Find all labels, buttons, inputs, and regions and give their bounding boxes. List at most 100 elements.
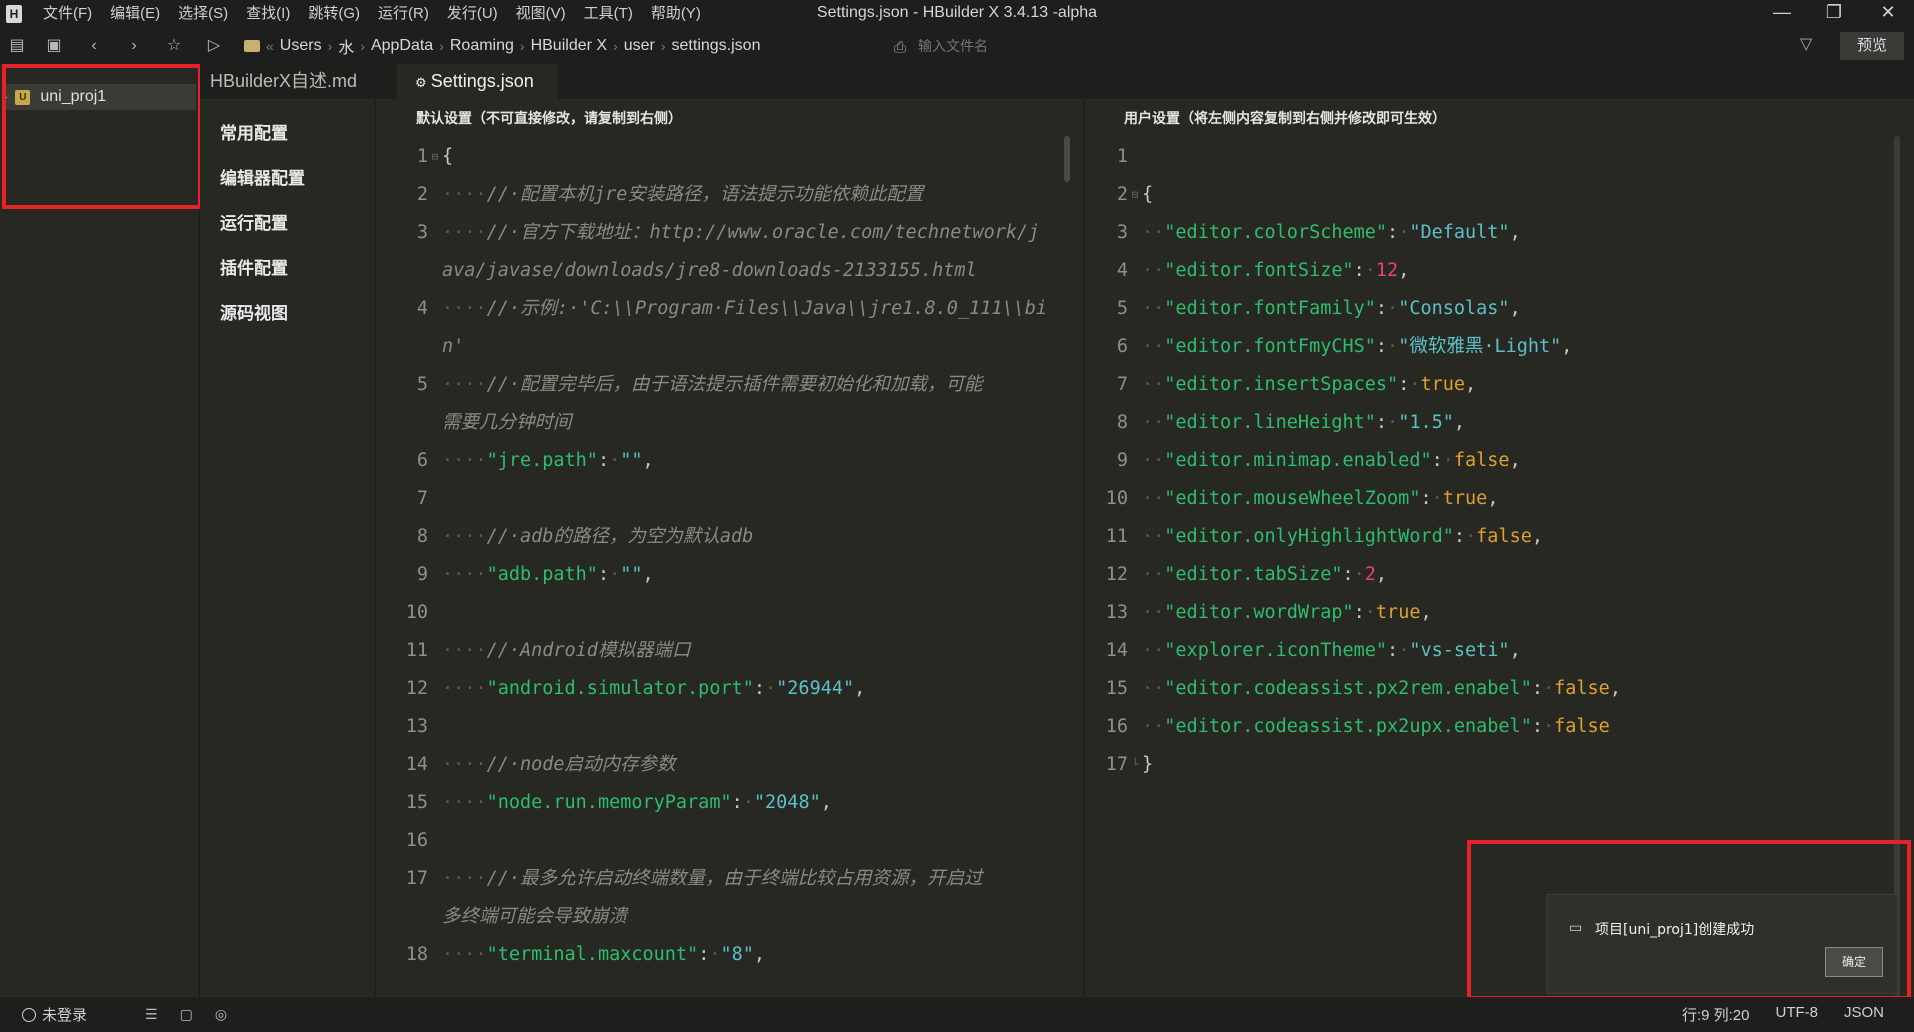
code-line[interactable]: 10 ··"editor.mouseWheelZoom":·true, <box>1100 480 1800 518</box>
confirm-button[interactable]: 确定 <box>1825 947 1883 977</box>
menu-edit[interactable]: 编辑(E) <box>101 0 169 28</box>
code-line[interactable]: 14 ··"explorer.iconTheme":·"vs-seti", <box>1100 632 1800 670</box>
nav-source-view[interactable]: 源码视图 <box>200 291 375 336</box>
save-icon[interactable]: ▣ <box>34 28 74 64</box>
breadcrumb-users[interactable]: Users <box>274 37 328 55</box>
code-line[interactable]: 9 ····"adb.path":·"", <box>400 556 1060 594</box>
outline-icon[interactable]: ☰ <box>145 1006 158 1023</box>
code-line[interactable]: 2 ····//·配置本机jre安装路径，语法提示功能依赖此配置 <box>400 176 1060 214</box>
cursor-position[interactable]: 行:9 列:20 <box>1682 1004 1750 1025</box>
menu-find[interactable]: 查找(I) <box>237 0 299 28</box>
code-line[interactable]: 16 <box>400 822 1060 860</box>
code-line[interactable]: 多终端可能会导致崩溃 <box>400 898 1060 936</box>
menu-run[interactable]: 运行(R) <box>369 0 438 28</box>
preview-button[interactable]: 预览 <box>1840 32 1904 60</box>
code-line[interactable]: 15 ··"editor.codeassist.px2rem.enabel":·f… <box>1100 670 1800 708</box>
line-number: 17 <box>1105 754 1128 775</box>
menu-publish[interactable]: 发行(U) <box>438 0 507 28</box>
code-line[interactable]: 3 ··"editor.colorScheme":·"Default", <box>1100 214 1800 252</box>
code-line[interactable]: ava/javase/downloads/jre8-downloads-2133… <box>400 252 1060 290</box>
code-line[interactable]: 1 ⊟{ <box>400 138 1060 176</box>
code-line[interactable]: 7 ··"editor.insertSpaces":·true, <box>1100 366 1800 404</box>
menu-file[interactable]: 文件(F) <box>34 0 101 28</box>
run-icon[interactable]: ▷ <box>194 28 234 64</box>
code-line[interactable]: 11 ····//·Android模拟器端口 <box>400 632 1060 670</box>
new-file-icon[interactable]: ▤ <box>0 28 34 64</box>
user-settings-editor[interactable]: 1 2 ⊟{3 ··"editor.colorScheme":·"Default", 4… <box>1100 138 1800 784</box>
code-line[interactable]: 2 ⊟{ <box>1100 176 1800 214</box>
menu-tools[interactable]: 工具(T) <box>575 0 642 28</box>
code-line[interactable]: 14 ····//·node启动内存参数 <box>400 746 1060 784</box>
forward-icon[interactable]: › <box>114 28 154 64</box>
code-line[interactable]: 12 ··"editor.tabSize":·2, <box>1100 556 1800 594</box>
code-line[interactable]: 4 ····//·示例:·'C:\\Program·Files\\Java\\jr… <box>400 290 1060 328</box>
fold-marker-icon[interactable]: ⊟ <box>1128 176 1142 214</box>
tab-settings-json[interactable]: ⚙ Settings.json <box>397 64 558 99</box>
code-line[interactable]: 5 ····//·配置完毕后，由于语法提示插件需要初始化和加载，可能 <box>400 366 1060 404</box>
nav-editor-config[interactable]: 编辑器配置 <box>200 156 375 201</box>
breadcrumb-user-dir[interactable]: 水 <box>332 34 360 58</box>
code-line[interactable]: n' <box>400 328 1060 366</box>
line-number: 6 <box>416 450 428 471</box>
code-line[interactable]: 9 ··"editor.minimap.enabled":·false, <box>1100 442 1800 480</box>
code-line[interactable]: 3 ····//·官方下载地址：http://www.oracle.com/tec… <box>400 214 1060 252</box>
code-line[interactable]: 7 <box>400 480 1060 518</box>
code-text: ····//·配置本机jre安装路径，语法提示功能依赖此配置 <box>442 176 923 214</box>
menu-goto[interactable]: 跳转(G) <box>299 0 369 28</box>
tab-hbuilderx-readme[interactable]: HBuilderX自述.md <box>200 64 367 99</box>
token-key: "editor.insertSpaces" <box>1164 374 1399 395</box>
code-line[interactable]: 12 ····"android.simulator.port":·"26944", <box>400 670 1060 708</box>
code-line[interactable]: 17 ····//·最多允许启动终端数量，由于终端比较占用资源，开启过 <box>400 860 1060 898</box>
minimize-icon[interactable]: — <box>1756 0 1808 28</box>
menu-view[interactable]: 视图(V) <box>507 0 575 28</box>
star-icon[interactable]: ☆ <box>154 28 194 64</box>
file-search-input[interactable] <box>918 39 1339 55</box>
language-mode[interactable]: JSON <box>1844 1004 1884 1025</box>
close-icon[interactable]: ✕ <box>1862 0 1914 28</box>
code-line[interactable]: 17 └} <box>1100 746 1800 784</box>
code-line[interactable]: 1 <box>1100 138 1800 176</box>
breadcrumb-settings-json[interactable]: settings.json <box>666 37 767 55</box>
default-settings-editor[interactable]: 1 ⊟{2 ····//·配置本机jre安装路径，语法提示功能依赖此配置 3 ····/… <box>400 138 1060 974</box>
fold-marker-icon[interactable]: └ <box>1128 746 1142 784</box>
breadcrumb-appdata[interactable]: AppData <box>365 37 439 55</box>
token-kw: true <box>1375 602 1421 623</box>
fold-marker-icon[interactable]: ⊟ <box>428 138 442 176</box>
menu-select[interactable]: 选择(S) <box>169 0 237 28</box>
pane-divider[interactable] <box>1083 99 1085 997</box>
breadcrumb-user[interactable]: user <box>618 37 661 55</box>
filter-icon[interactable]: ▽ <box>1800 34 1812 54</box>
code-line[interactable]: 13 <box>400 708 1060 746</box>
code-line[interactable]: 15 ····"node.run.memoryParam":·"2048", <box>400 784 1060 822</box>
code-line[interactable]: 11 ··"editor.onlyHighlightWord":·false, <box>1100 518 1800 556</box>
file-encoding[interactable]: UTF-8 <box>1775 1004 1818 1025</box>
nav-run-config[interactable]: 运行配置 <box>200 201 375 246</box>
code-line[interactable]: 4 ··"editor.fontSize":·12, <box>1100 252 1800 290</box>
breadcrumb-roaming[interactable]: Roaming <box>444 37 520 55</box>
browser-icon[interactable]: ◎ <box>215 1006 227 1023</box>
gutter <box>428 822 442 860</box>
code-line[interactable]: 8 ··"editor.lineHeight":·"1.5", <box>1100 404 1800 442</box>
code-line[interactable]: 10 <box>400 594 1060 632</box>
nav-common-config[interactable]: 常用配置 <box>200 111 375 156</box>
code-line[interactable]: 16 ··"editor.codeassist.px2upx.enabel":·f… <box>1100 708 1800 746</box>
code-line[interactable]: 13 ··"editor.wordWrap":·true, <box>1100 594 1800 632</box>
code-line[interactable]: 6 ····"jre.path":·"", <box>400 442 1060 480</box>
console-icon[interactable]: ▢ <box>180 1006 193 1023</box>
token-dot: ···· <box>442 526 487 547</box>
login-status[interactable]: 未登录 <box>22 1004 87 1025</box>
nav-plugin-config[interactable]: 插件配置 <box>200 246 375 291</box>
breadcrumb-hbuilderx[interactable]: HBuilder X <box>525 37 613 55</box>
code-line[interactable]: 5 ··"editor.fontFamily":·"Consolas", <box>1100 290 1800 328</box>
left-scrollbar-thumb[interactable] <box>1064 136 1070 182</box>
code-line[interactable]: 6 ··"editor.fontFmyCHS":·"微软雅黑·Light", <box>1100 328 1800 366</box>
gutter <box>428 518 442 556</box>
code-line[interactable]: 需要几分钟时间 <box>400 404 1060 442</box>
menu-help[interactable]: 帮助(Y) <box>642 0 710 28</box>
code-line[interactable]: 18 ····"terminal.maxcount":·"8", <box>400 936 1060 974</box>
code-line[interactable]: 8 ····//·adb的路径，为空为默认adb <box>400 518 1060 556</box>
back-icon[interactable]: ‹ <box>74 28 114 64</box>
line-number: 7 <box>1116 374 1128 395</box>
restore-icon[interactable]: ❐ <box>1808 0 1860 28</box>
code-text: ····//·示例:·'C:\\Program·Files\\Java\\jre… <box>442 290 1047 328</box>
